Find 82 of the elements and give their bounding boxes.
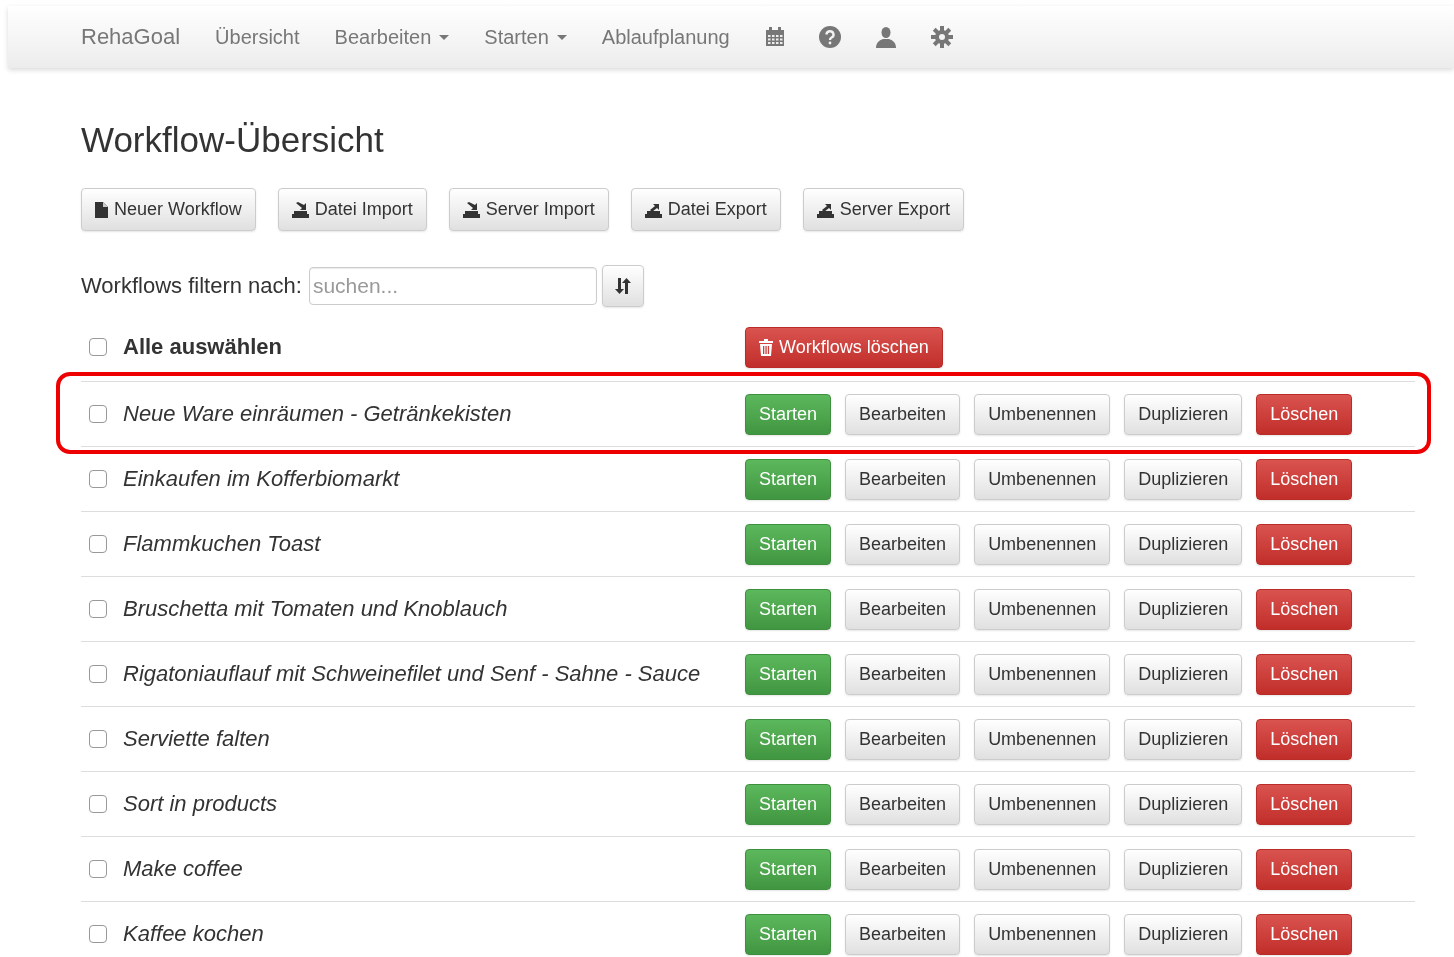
- row-action-button[interactable]: Bearbeiten: [845, 783, 961, 825]
- sort-icon: [613, 277, 632, 295]
- row-action-button[interactable]: Bearbeiten: [845, 588, 961, 630]
- toolbar-button[interactable]: Datei Export: [630, 188, 781, 231]
- row-checkbox[interactable]: [89, 795, 107, 813]
- select-all-label: Alle auswählen: [123, 334, 282, 360]
- row-action-button[interactable]: Duplizieren: [1124, 588, 1243, 630]
- workflow-name: Kaffee kochen: [123, 921, 264, 947]
- row-checkbox[interactable]: [89, 730, 107, 748]
- row-action-button[interactable]: Umbenennen: [974, 588, 1111, 630]
- workflow-name: Make coffee: [123, 856, 243, 882]
- row-action-button[interactable]: Umbenennen: [974, 718, 1111, 760]
- row-action-button[interactable]: Duplizieren: [1124, 458, 1243, 500]
- workflow-name: Flammkuchen Toast: [123, 531, 321, 557]
- row-checkbox[interactable]: [89, 470, 107, 488]
- nav-dropdown[interactable]: Starten: [484, 25, 567, 49]
- row-action-button[interactable]: Duplizieren: [1124, 653, 1243, 695]
- filter-label: Workflows filtern nach:: [81, 273, 302, 299]
- row-action-button[interactable]: Umbenennen: [974, 458, 1111, 500]
- row-action-button[interactable]: Bearbeiten: [845, 913, 961, 955]
- row-action-button[interactable]: Bearbeiten: [845, 458, 961, 500]
- workflow-name: Rigatoniauflauf mit Schweinefilet und Senf - Sahne - Sauce: [123, 661, 701, 687]
- row-checkbox[interactable]: [89, 405, 107, 423]
- row-action-button[interactable]: Löschen: [1256, 848, 1353, 890]
- workflow-name: Neue Ware einräumen - Getränkekisten: [123, 401, 512, 427]
- page-title: Workflow-Übersicht: [81, 120, 385, 160]
- row-checkbox[interactable]: [89, 600, 107, 618]
- help-icon[interactable]: [818, 26, 841, 48]
- row-action-button[interactable]: Löschen: [1256, 523, 1353, 565]
- row-action-button[interactable]: Bearbeiten: [845, 393, 961, 435]
- nav-link[interactable]: Ablaufplanung: [601, 25, 730, 49]
- row-action-button[interactable]: Umbenennen: [974, 653, 1111, 695]
- search-field[interactable]: suchen...: [308, 267, 597, 305]
- delete-selected-button[interactable]: Workflows löschen: [745, 326, 943, 368]
- export-icon: [644, 201, 662, 218]
- toolbar-button[interactable]: Server Export: [802, 188, 964, 231]
- row-action-button[interactable]: Duplizieren: [1124, 393, 1243, 435]
- row-action-button[interactable]: Duplizieren: [1124, 913, 1243, 955]
- row-action-button[interactable]: Löschen: [1256, 653, 1353, 695]
- row-checkbox[interactable]: [89, 535, 107, 553]
- sort-button[interactable]: [601, 265, 644, 307]
- import-icon: [462, 201, 480, 218]
- nav-dropdown[interactable]: Bearbeiten: [334, 25, 450, 49]
- row-action-button[interactable]: Duplizieren: [1124, 848, 1243, 890]
- row-action-button[interactable]: Löschen: [1256, 783, 1353, 825]
- row-action-button[interactable]: Löschen: [1256, 718, 1353, 760]
- row-action-button[interactable]: Duplizieren: [1124, 718, 1243, 760]
- export-icon: [816, 201, 834, 218]
- row-action-button[interactable]: Bearbeiten: [845, 718, 961, 760]
- workflow-name: Serviette falten: [123, 726, 270, 752]
- import-icon: [291, 201, 309, 218]
- toolbar-button[interactable]: Neuer Workflow: [81, 188, 256, 231]
- row-action-button[interactable]: Umbenennen: [974, 393, 1111, 435]
- file-icon: [95, 201, 108, 218]
- row-action-button[interactable]: Umbenennen: [974, 913, 1111, 955]
- row-action-button[interactable]: Bearbeiten: [845, 523, 961, 565]
- user-icon[interactable]: [874, 26, 897, 48]
- workflow-name: Bruschetta mit Tomaten und Knoblauch: [123, 596, 508, 622]
- row-checkbox[interactable]: [89, 860, 107, 878]
- row-action-button[interactable]: Umbenennen: [974, 783, 1111, 825]
- row-action-button[interactable]: Umbenennen: [974, 523, 1111, 565]
- row-checkbox[interactable]: [89, 925, 107, 943]
- toolbar-button[interactable]: Server Import: [448, 188, 609, 231]
- workflow-name: Einkaufen im Kofferbiomarkt: [123, 466, 400, 492]
- brand-link[interactable]: RehaGoal: [81, 24, 181, 50]
- trash-icon: [759, 338, 773, 356]
- row-action-button[interactable]: Duplizieren: [1124, 783, 1243, 825]
- row-action-button[interactable]: Duplizieren: [1124, 523, 1243, 565]
- workflow-name: Sort in products: [123, 791, 278, 817]
- row-action-button[interactable]: Löschen: [1256, 913, 1353, 955]
- select-all-checkbox[interactable]: [89, 338, 107, 356]
- nav-link[interactable]: Übersicht: [215, 25, 300, 49]
- row-action-button[interactable]: Bearbeiten: [845, 653, 961, 695]
- row-action-button[interactable]: Bearbeiten: [845, 848, 961, 890]
- calendar-icon[interactable]: [764, 27, 785, 47]
- row-action-button[interactable]: Umbenennen: [974, 848, 1111, 890]
- row-action-button[interactable]: Löschen: [1256, 588, 1353, 630]
- row-checkbox[interactable]: [89, 665, 107, 683]
- row-action-button[interactable]: Löschen: [1256, 393, 1353, 435]
- settings-icon[interactable]: [930, 26, 953, 48]
- toolbar-button[interactable]: Datei Import: [277, 188, 427, 231]
- row-action-button[interactable]: Löschen: [1256, 458, 1353, 500]
